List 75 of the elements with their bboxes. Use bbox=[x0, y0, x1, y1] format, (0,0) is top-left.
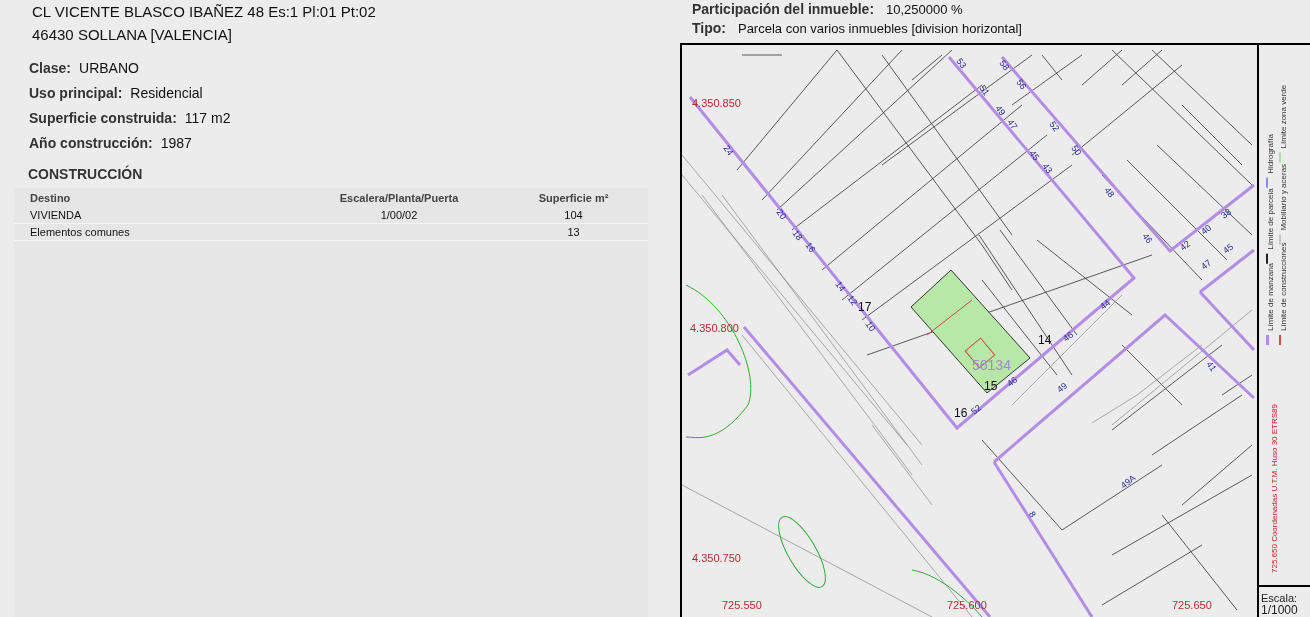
legend-label: Límite de construcciones bbox=[1279, 242, 1288, 331]
house-number: 45 bbox=[1027, 148, 1042, 163]
house-number: 14 bbox=[833, 279, 848, 294]
field-label: Superficie construida: bbox=[29, 109, 177, 128]
legend-label: Mobiliario y aceras bbox=[1279, 163, 1288, 231]
house-number: 50 bbox=[1069, 143, 1084, 158]
block-number: 14 bbox=[1038, 333, 1052, 347]
coordinate-label: 4.350.750 bbox=[692, 552, 741, 564]
house-number: 8 bbox=[1026, 509, 1038, 520]
address-line: 46430 SOLLANA [VALENCIA] bbox=[32, 25, 233, 44]
house-number: 10 bbox=[863, 319, 878, 334]
house-number: 43 bbox=[1040, 161, 1055, 176]
house-number: 46 bbox=[1140, 231, 1155, 246]
table-cell: VIVIENDA bbox=[30, 208, 82, 221]
house-number: 49A bbox=[1118, 472, 1138, 491]
address-line: CL VICENTE BLASCO IBAÑEZ 48 Es:1 Pl:01 Pt:02 bbox=[32, 2, 377, 21]
house-number: 40 bbox=[1199, 222, 1214, 237]
field-label: Tipo: bbox=[692, 20, 726, 37]
block-number: 17 bbox=[858, 300, 872, 314]
scale-value: 1/1000 bbox=[1261, 604, 1299, 617]
table-cell: 13 bbox=[567, 225, 580, 238]
field-value: 1987 bbox=[160, 134, 192, 153]
house-number: 45 bbox=[1221, 241, 1236, 256]
field-value: 117 m2 bbox=[184, 109, 231, 128]
house-number: 46 bbox=[1061, 329, 1076, 344]
field-label: Clase: bbox=[29, 59, 72, 78]
house-number: 52 bbox=[969, 402, 984, 417]
house-number: 51 bbox=[977, 83, 992, 98]
house-number: 12 bbox=[845, 293, 860, 308]
field-value: URBANO bbox=[79, 59, 139, 78]
field-value: Residencial bbox=[130, 84, 203, 103]
house-number: 52 bbox=[1047, 119, 1062, 134]
legend-label: Límite zona verde bbox=[1279, 84, 1288, 149]
house-number: 53 bbox=[954, 56, 969, 71]
coordinate-label: 725.600 bbox=[947, 599, 987, 611]
house-number: 49 bbox=[993, 103, 1008, 118]
house-number: 47 bbox=[1005, 117, 1020, 132]
field-label: Participación del inmueble: bbox=[692, 1, 875, 18]
house-number: 18 bbox=[790, 228, 805, 243]
house-number: 47 bbox=[1199, 257, 1214, 272]
house-number: 42 bbox=[1178, 238, 1193, 253]
table-cell: Elementos comunes bbox=[30, 225, 130, 238]
table-cell: 1/00/02 bbox=[380, 208, 418, 221]
column-header: Superficie m² bbox=[538, 192, 609, 204]
column-header: Escalera/Planta/Puerta bbox=[339, 192, 459, 204]
block-number: 16 bbox=[954, 406, 968, 420]
block-number: 15 bbox=[984, 379, 998, 393]
coordinate-system-note: 725.650 Coordenadas U.T.M. Huso 30 ETRS89 bbox=[1270, 404, 1279, 573]
legend-label: Hidrografía bbox=[1266, 134, 1275, 174]
field-value: Parcela con varios inmuebles [division horizontal] bbox=[737, 20, 1022, 37]
house-number: 16 bbox=[803, 240, 818, 255]
house-number: 58 bbox=[997, 58, 1012, 73]
legend-label: Límite de manzana bbox=[1266, 262, 1275, 331]
house-number: 38 bbox=[1219, 206, 1234, 221]
house-number: 20 bbox=[774, 207, 789, 222]
house-number: 24 bbox=[721, 143, 736, 158]
house-number: 49 bbox=[1055, 380, 1070, 395]
scale-label: Escala: bbox=[1261, 592, 1299, 604]
field-value: 10,250000 % bbox=[886, 1, 963, 18]
field-label: Uso principal: bbox=[29, 84, 123, 103]
house-number: 48 bbox=[1102, 185, 1117, 200]
field-label: Año construcción: bbox=[29, 134, 153, 153]
legend-label: Límite de parcela bbox=[1266, 188, 1275, 250]
house-number: 46 bbox=[1005, 374, 1020, 389]
table-cell: 104 bbox=[564, 208, 583, 221]
coordinate-label: 4.350.850 bbox=[692, 97, 741, 109]
house-number: 44 bbox=[1098, 297, 1113, 312]
coordinate-label: 725.550 bbox=[722, 599, 762, 611]
section-title: CONSTRUCCIÓN bbox=[28, 166, 143, 182]
coordinate-label: 4.350.800 bbox=[690, 322, 739, 334]
column-header: Destino bbox=[30, 192, 71, 204]
parcel-reference: 56134 bbox=[972, 357, 1011, 373]
house-number: 56 bbox=[1014, 77, 1029, 92]
coordinate-label: 725.650 bbox=[1172, 599, 1212, 611]
house-number: 41 bbox=[1204, 359, 1219, 374]
